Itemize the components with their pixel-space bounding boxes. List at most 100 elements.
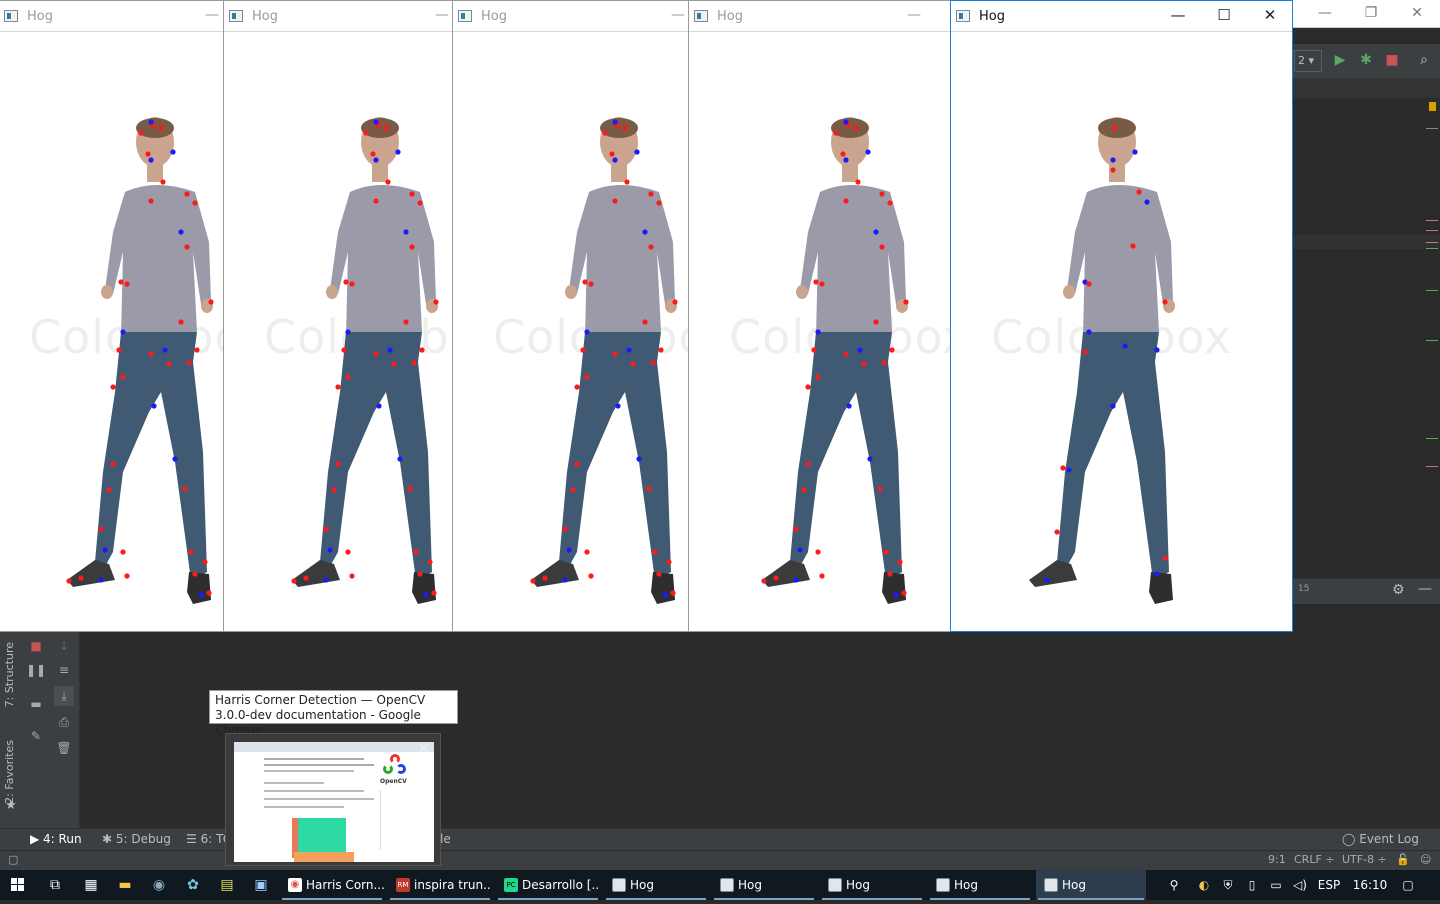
debug-icon[interactable]: ✱ [1356,50,1376,70]
hide-panel-icon[interactable]: — [1418,581,1432,597]
keypoint-marker [138,130,144,136]
minimize-icon[interactable]: — [671,7,685,23]
ide-restore-button[interactable]: ❐ [1348,0,1394,28]
tab-run[interactable]: ▶ 4: Run [30,832,82,846]
app-icon[interactable]: ✿ [176,870,210,900]
taskbar-app-hog[interactable]: Hog [928,870,1032,900]
minimize-icon[interactable]: — [205,7,219,23]
tab-favorites[interactable]: 2: Favorites [3,740,16,804]
lock-icon[interactable]: 🔓 [1396,853,1410,866]
notifications-icon[interactable]: ▢ [1396,870,1420,900]
taskbar-thumbnail[interactable]: OpenCV ✕ [225,733,441,866]
hog-titlebar[interactable]: Hog — ☐ ✕ [951,1,1292,32]
keypoint-marker [801,487,807,493]
app-icon[interactable]: ▣ [244,870,278,900]
start-button[interactable] [0,870,36,900]
tab-partial[interactable]: le [440,832,451,846]
keypoint-marker [192,571,198,577]
app-icon[interactable]: ◉ [142,870,176,900]
event-log-button[interactable]: ◯ Event Log [1342,832,1419,846]
hog-window-2[interactable]: Hog — Colourbox [223,0,454,632]
keypoint-marker [178,319,184,325]
calculator-icon[interactable]: ▦ [74,870,108,900]
taskbar-app-hog-active[interactable]: Hog [1036,870,1146,900]
ide-minimize-button[interactable]: — [1302,0,1348,28]
panel-toggle-icon[interactable]: ▢ [8,853,18,866]
layout-icon[interactable]: ▬ [26,694,46,714]
search-icon[interactable]: ⌕ [1414,50,1434,70]
gear-icon[interactable]: ⚙ [1392,582,1405,598]
cursor-position[interactable]: 9:1 [1268,853,1286,866]
hog-titlebar[interactable]: Hog — [0,1,223,32]
soft-wrap-icon[interactable]: ≡ [54,660,74,680]
keypoint-marker [773,575,779,581]
task-view-icon[interactable]: ⧉ [38,870,72,900]
taskbar-app-pycharm[interactable]: PC Desarrollo [... [496,870,600,900]
keypoint-marker [612,198,618,204]
hog-window-5[interactable]: Hog — ☐ ✕ Colourbox [950,0,1293,632]
keypoint-marker [855,179,861,185]
minimize-icon[interactable]: — [435,7,449,23]
shield-icon[interactable]: ⛨ [1216,870,1240,900]
hog-app-icon [1044,878,1058,892]
pin-icon[interactable]: ✎ [26,726,46,746]
minimize-button[interactable]: — [1155,1,1201,31]
volume-icon[interactable]: ◁) [1288,870,1312,900]
keypoint-marker [893,592,899,598]
keypoint-marker [642,319,648,325]
clock[interactable]: 16:10 [1350,870,1390,900]
inspector-icon[interactable]: ☺ [1420,853,1431,866]
window-title: Hog [717,9,743,24]
keypoint-marker [624,179,630,185]
window-title: Hog [27,9,53,24]
notes-icon[interactable]: ▤ [210,870,244,900]
hog-titlebar[interactable]: Hog — [224,1,453,32]
stop-icon[interactable]: ■ [1382,50,1402,70]
maximize-button[interactable]: ☐ [1201,1,1247,31]
pause-icon[interactable]: ❚❚ [26,660,46,680]
hog-titlebar[interactable]: Hog — [689,1,951,32]
star-icon[interactable]: ★ [5,798,17,813]
file-explorer-icon[interactable]: ▬ [108,870,142,900]
stop-icon[interactable]: ■ [26,636,46,656]
down-arrow-icon[interactable]: ↓ [54,636,74,656]
tab-structure[interactable]: 7: Structure [3,642,16,707]
scroll-to-end-icon[interactable]: ⤓ [54,686,74,706]
keypoint-marker [331,487,337,493]
keypoint-marker [419,347,425,353]
hog-titlebar[interactable]: Hog — [453,1,689,32]
minimize-icon[interactable]: — [907,7,921,23]
run-icon[interactable]: ▶ [1330,50,1350,70]
close-icon[interactable]: ✕ [414,739,434,759]
hog-window-3[interactable]: Hog — Colourbox [452,0,690,632]
antivirus-icon[interactable]: ◐ [1192,870,1216,900]
taskbar-app-hog[interactable]: Hog [820,870,924,900]
network-icon[interactable]: ▭ [1264,870,1288,900]
hog-window-1[interactable]: Hog — Colourbox [0,0,224,632]
taskbar-app-hog[interactable]: Hog [604,870,708,900]
trash-icon[interactable]: 🗑 [54,738,74,758]
keypoint-marker [409,244,415,250]
keypoint-marker [897,559,903,565]
keypoint-marker [574,461,580,467]
ide-close-button[interactable]: ✕ [1394,0,1440,28]
tab-debug[interactable]: ✱ 5: Debug [102,832,171,846]
hog-window-4[interactable]: Hog — Colourbox [688,0,952,632]
close-button[interactable]: ✕ [1247,1,1293,31]
run-config-selector[interactable]: 2 ▾ [1294,50,1322,72]
keypoint-marker [151,403,157,409]
keypoint-marker [867,456,873,462]
file-encoding[interactable]: UTF-8 ÷ [1342,853,1387,866]
print-icon[interactable]: ⎙ [54,712,74,732]
keypoint-marker [409,191,415,197]
taskbar-app-rm[interactable]: RM inspira trun... [388,870,492,900]
keypoint-marker [609,151,615,157]
people-icon[interactable]: ⚲ [1162,870,1186,900]
taskbar-app-hog[interactable]: Hog [712,870,816,900]
keypoint-marker [148,119,154,125]
keypoint-marker [407,486,413,492]
language-indicator[interactable]: ESP [1314,870,1344,900]
taskbar-app-chrome[interactable]: ◉ Harris Corn... [280,870,384,900]
line-separator[interactable]: CRLF ÷ [1294,853,1335,866]
usb-icon[interactable]: ▯ [1240,870,1264,900]
